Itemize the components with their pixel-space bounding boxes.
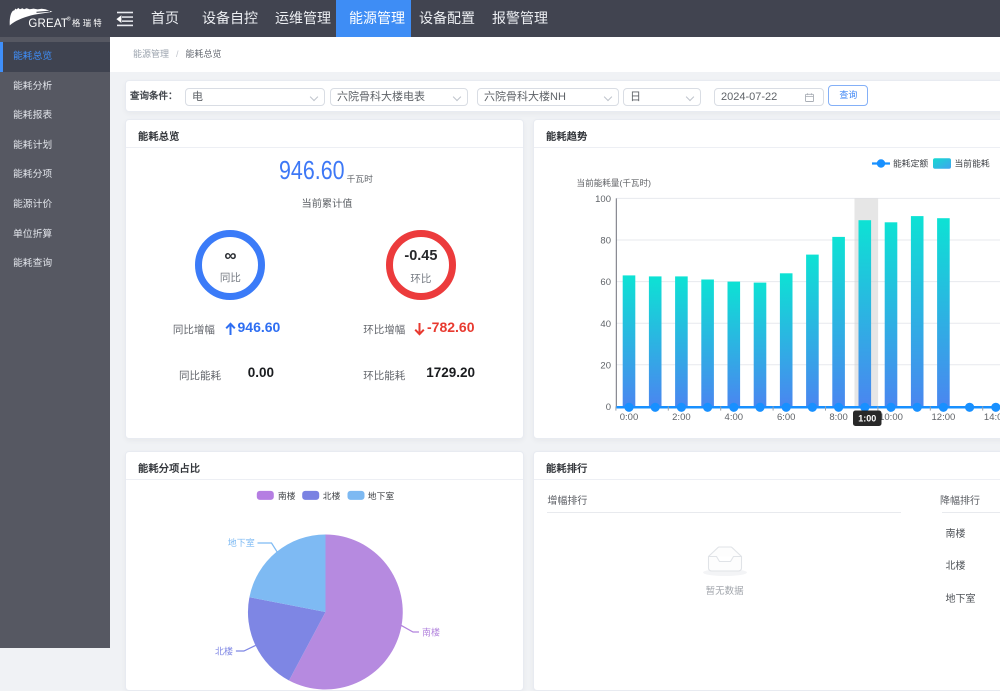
svg-text:100: 100: [595, 194, 611, 205]
svg-text:地下室: 地下室: [228, 537, 255, 548]
svg-text:14:00: 14:00: [984, 412, 1000, 423]
svg-text:南楼: 南楼: [278, 490, 296, 501]
svg-text:0: 0: [606, 402, 611, 413]
svg-text:2:00: 2:00: [672, 412, 691, 423]
svg-text:北楼: 北楼: [215, 645, 233, 656]
svg-text:当前能耗量(千瓦时): 当前能耗量(千瓦时): [577, 177, 652, 188]
svg-text:GREAT: GREAT: [28, 18, 68, 30]
svg-text:格瑞特: 格瑞特: [72, 18, 104, 28]
svg-text:0:00: 0:00: [620, 412, 639, 423]
svg-text:40: 40: [600, 319, 611, 330]
svg-text:1:00: 1:00: [858, 414, 876, 424]
svg-text:®: ®: [67, 16, 71, 23]
svg-text:南楼: 南楼: [422, 627, 440, 638]
svg-text:80: 80: [600, 236, 611, 247]
svg-text:6:00: 6:00: [777, 412, 796, 423]
svg-text:20: 20: [600, 360, 611, 371]
svg-text:10:00: 10:00: [879, 412, 903, 423]
svg-text:北楼: 北楼: [323, 490, 341, 501]
svg-text:地下室: 地下室: [368, 490, 395, 501]
svg-text:4:00: 4:00: [725, 412, 744, 423]
svg-text:12:00: 12:00: [932, 412, 956, 423]
svg-text:能耗定额: 能耗定额: [893, 158, 928, 169]
svg-text:60: 60: [600, 277, 611, 288]
svg-text:8:00: 8:00: [829, 412, 848, 423]
svg-text:当前能耗: 当前能耗: [955, 158, 990, 169]
